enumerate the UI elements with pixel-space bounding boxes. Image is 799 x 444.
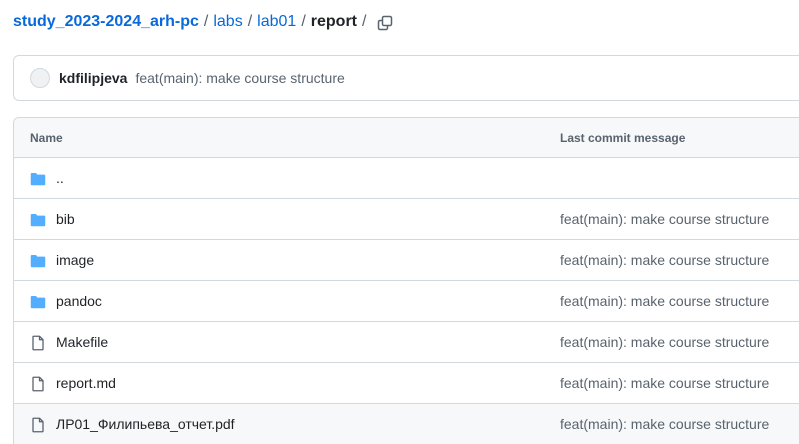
avatar[interactable] (30, 68, 50, 88)
breadcrumb: study_2023-2024_arh-pc / labs / lab01 / … (13, 11, 371, 33)
breadcrumb-repo-link[interactable]: study_2023-2024_arh-pc (13, 13, 199, 31)
row-commit-message-link[interactable]: feat(main): make course structure (560, 416, 769, 432)
table-row[interactable]: ЛР01_Филипьева_отчет.pdf feat(main): make… (14, 404, 799, 444)
folder-name-link[interactable]: pandoc (56, 293, 102, 309)
folder-icon (30, 253, 46, 269)
breadcrumb-separator: / (362, 13, 367, 30)
file-name-link[interactable]: Makefile (56, 334, 108, 350)
folder-icon (30, 294, 46, 310)
folder-name-link[interactable]: image (56, 252, 94, 268)
breadcrumb-lab01-link[interactable]: lab01 (257, 13, 296, 31)
breadcrumb-current: report (310, 13, 357, 30)
row-commit-message-link[interactable]: feat(main): make course structure (560, 375, 769, 391)
breadcrumb-separator: / (247, 13, 253, 30)
file-name-link[interactable]: ЛР01_Филипьева_отчет.pdf (56, 416, 235, 432)
folder-icon (30, 212, 46, 228)
breadcrumb-separator: / (301, 13, 306, 30)
file-icon (30, 376, 46, 392)
table-row[interactable]: Makefile feat(main): make course structur… (14, 322, 799, 363)
table-row[interactable]: pandoc feat(main): make course structure (14, 281, 799, 322)
copy-icon (377, 15, 393, 31)
table-header: Name Last commit message (14, 118, 799, 158)
latest-commit-bar: kdfilipjeva feat(main): make course stru… (13, 55, 799, 101)
column-header-name: Name (30, 131, 63, 145)
column-header-last-commit: Last commit message (560, 131, 686, 145)
file-table: Name Last commit message .. bib feat(main)… (13, 117, 799, 444)
commit-author-link[interactable]: kdfilipjeva (59, 70, 127, 86)
row-commit-message-link[interactable]: feat(main): make course structure (560, 211, 769, 227)
breadcrumb-labs-link[interactable]: labs (213, 13, 242, 31)
row-commit-message-link[interactable]: feat(main): make course structure (560, 252, 769, 268)
file-icon (30, 417, 46, 433)
file-icon (30, 335, 46, 351)
file-name-link[interactable]: report.md (56, 375, 116, 391)
folder-name-link[interactable]: .. (56, 170, 64, 186)
table-row[interactable]: bib feat(main): make course structure (14, 199, 799, 240)
row-commit-message-link[interactable]: feat(main): make course structure (560, 293, 769, 309)
folder-icon (30, 171, 46, 187)
table-row[interactable]: .. (14, 158, 799, 199)
commit-message-link[interactable]: feat(main): make course structure (135, 70, 344, 86)
breadcrumb-separator: / (203, 13, 209, 30)
row-commit-message-link[interactable]: feat(main): make course structure (560, 334, 769, 350)
copy-path-button[interactable] (374, 12, 396, 34)
table-row[interactable]: image feat(main): make course structure (14, 240, 799, 281)
table-row[interactable]: report.md feat(main): make course structu… (14, 363, 799, 404)
folder-name-link[interactable]: bib (56, 211, 75, 227)
